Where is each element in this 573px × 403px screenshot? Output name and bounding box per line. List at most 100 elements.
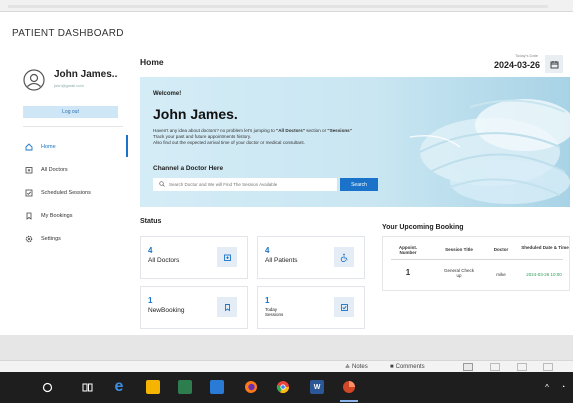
schedule-icon (25, 189, 33, 197)
comment-icon: ■ (390, 364, 394, 370)
doctor-icon (25, 166, 33, 174)
chevron-up-icon[interactable]: ^ (540, 380, 554, 394)
sidebar-item-label: My Bookings (41, 213, 73, 219)
top-strip-bar (8, 5, 548, 8)
stat-value: 4 (265, 246, 270, 255)
comments-label: Comments (395, 364, 425, 370)
sidebar: John James.. john@gmail.com Log out Home… (12, 50, 130, 335)
hero-desc-text: Track your past and future appointments … (153, 134, 252, 139)
powerpoint-icon[interactable] (342, 380, 356, 394)
session-title: General Check up (443, 268, 474, 278)
wheelchair-icon (334, 247, 354, 267)
windows-taskbar: e W ^ ◔ (0, 372, 573, 403)
doctor-icon (217, 247, 237, 267)
search-icon (159, 180, 165, 189)
stat-card-today-sessions[interactable]: 1 Today Sessions (257, 286, 365, 329)
stat-label: Today Sessions (265, 307, 284, 317)
sidebar-item-settings[interactable]: Settings (25, 233, 130, 245)
column-header: Doctor (493, 247, 509, 252)
welcome-text: Welcome! (153, 91, 182, 97)
ppt-status-bar: ≙ Notes ■ Comments (0, 360, 573, 372)
hero-user-name: John James. (153, 106, 238, 122)
stat-card-all-doctors[interactable]: 4 All Doctors (140, 236, 248, 279)
notes-icon: ≙ (345, 364, 351, 371)
hero-desc-text: Haven't any idea about doctors? no probl… (153, 128, 277, 133)
edge-browser-icon[interactable]: e (112, 378, 126, 395)
sidebar-item-my-bookings[interactable]: My Bookings (25, 210, 130, 222)
calendar-icon (550, 60, 558, 68)
logout-button[interactable]: Log out (23, 106, 118, 118)
search-circle-icon[interactable] (40, 380, 54, 394)
sidebar-item-all-doctors[interactable]: All Doctors (25, 164, 130, 176)
sessions-link[interactable]: "Sessions" (327, 128, 352, 133)
chrome-icon[interactable] (276, 380, 290, 394)
date-label: Today's Date (515, 53, 538, 58)
firefox-icon[interactable] (244, 380, 258, 394)
hero-description: Haven't any idea about doctors? no probl… (153, 128, 423, 146)
hero-desc-text: section or (304, 128, 328, 133)
patient-dashboard: John James.. john@gmail.com Log out Home… (12, 50, 573, 335)
sidebar-item-home[interactable]: Home (25, 141, 130, 153)
sidebar-item-label: Scheduled Sessions (41, 190, 91, 196)
bookmark-icon (217, 297, 237, 317)
slide-sorter-icon[interactable] (490, 363, 500, 371)
table-header-divider (391, 259, 563, 260)
file-explorer-icon[interactable] (146, 380, 160, 394)
upcoming-booking-title: Your Upcoming Booking (382, 224, 464, 231)
bookmark-icon (25, 212, 33, 220)
column-header: Sheduled Date & Time (521, 245, 569, 250)
sidebar-item-label: Home (41, 144, 56, 150)
channel-doctor-title: Channel a Doctor Here (153, 165, 224, 172)
normal-view-icon[interactable] (463, 363, 473, 371)
reading-view-icon[interactable] (517, 363, 527, 371)
user-email: john@gmail.com (54, 83, 84, 88)
appointment-number: 1 (405, 268, 411, 277)
stat-label: All Doctors (148, 257, 180, 264)
gear-icon (25, 235, 33, 243)
stat-value: 1 (265, 296, 270, 305)
stat-card-new-booking[interactable]: 1 NewBooking (140, 286, 248, 329)
calendar-button[interactable] (545, 55, 563, 73)
stat-label: All Patients (265, 257, 298, 264)
search-field[interactable] (153, 178, 337, 191)
search-input[interactable] (169, 182, 337, 187)
slideshow-icon[interactable] (543, 363, 553, 371)
stat-card-all-patients[interactable]: 4 All Patients (257, 236, 365, 279)
user-avatar-icon (23, 69, 45, 91)
window-top-strip (0, 0, 573, 12)
store-icon[interactable] (178, 380, 192, 394)
comments-button[interactable]: ■ Comments (390, 362, 425, 372)
all-doctors-link[interactable]: "All Doctors" (276, 128, 305, 133)
mail-icon[interactable] (210, 380, 224, 394)
session-icon (334, 297, 354, 317)
welcome-banner: Welcome! John James. Haven't any idea ab… (140, 77, 570, 207)
page-title: Home (140, 57, 164, 67)
upcoming-booking-table: Appoint. Number Session Title Doctor She… (382, 236, 570, 291)
date-value: 2024-03-26 (493, 60, 540, 70)
stat-value: 4 (148, 246, 153, 255)
active-app-indicator (340, 400, 358, 402)
stat-value: 1 (148, 296, 153, 305)
sidebar-item-scheduled-sessions[interactable]: Scheduled Sessions (25, 187, 130, 199)
stat-label: NewBooking (148, 307, 185, 314)
scheduled-datetime: 2024-03-26 10:00 (526, 272, 562, 277)
active-indicator (126, 135, 128, 157)
doctor-name: mike (496, 272, 506, 277)
network-icon[interactable]: ◔ (556, 380, 570, 394)
ppt-notes-area (0, 335, 573, 360)
user-name: John James.. (54, 69, 118, 80)
status-title: Status (140, 218, 162, 225)
sidebar-item-label: Settings (41, 236, 61, 242)
notes-label: Notes (352, 364, 368, 370)
column-header: Appoint. Number (398, 245, 418, 255)
main-content: Home Today's Date 2024-03-26 Welcome! Jo… (140, 50, 573, 335)
slide-title: PATIENT DASHBOARD (12, 28, 124, 39)
column-header: Session Title (445, 247, 473, 252)
search-button[interactable]: Search (340, 178, 378, 191)
notes-button[interactable]: ≙ Notes (345, 362, 368, 372)
task-view-icon[interactable] (80, 380, 94, 394)
hero-desc-text: Also find out the expected arrival time … (153, 140, 305, 145)
sidebar-divider (23, 126, 123, 127)
word-icon[interactable]: W (310, 380, 324, 394)
home-icon (25, 143, 33, 151)
